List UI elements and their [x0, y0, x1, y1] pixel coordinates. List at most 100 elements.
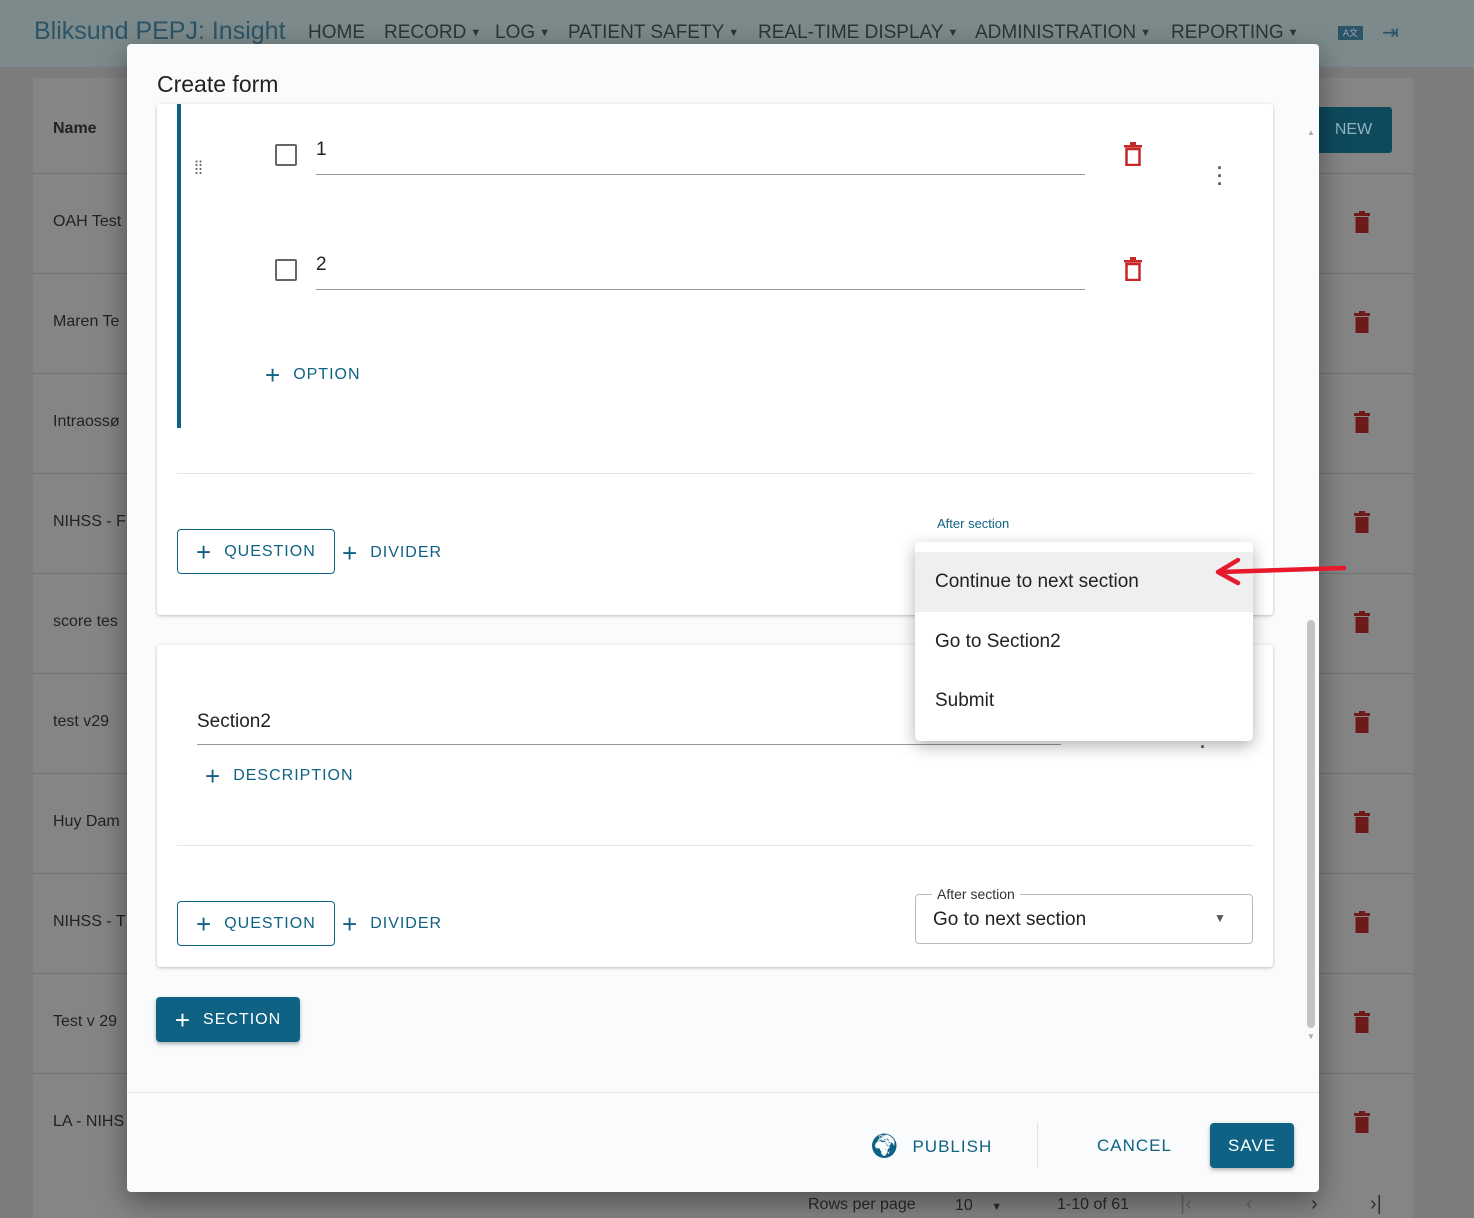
section-title-value: Section2	[197, 711, 271, 732]
row-name: test v29	[53, 713, 110, 730]
row-name: OAH Test	[53, 213, 122, 230]
button-label: DIVIDER	[370, 544, 443, 561]
option-value: 1	[316, 139, 327, 160]
row-name: score tes	[53, 613, 118, 630]
nav-label: REPORTING	[1171, 22, 1284, 43]
after-section-value: Go to next section	[933, 909, 1087, 930]
section-card-1: ⁞⁞ 1 · · · 2 + OPTION + QUESTION + DIVIDER Af…	[157, 104, 1273, 615]
divider	[177, 845, 1253, 846]
caret-down-icon: ▼	[470, 27, 482, 39]
cancel-button[interactable]: CANCEL	[1097, 1136, 1172, 1156]
delete-row-icon[interactable]	[1354, 611, 1370, 633]
next-page-icon[interactable]: ›	[1311, 1193, 1318, 1216]
delete-row-icon[interactable]	[1354, 811, 1370, 833]
row-name: Huy Dam	[53, 813, 120, 830]
last-page-icon[interactable]: ›|	[1370, 1193, 1382, 1216]
nav-label: REAL-TIME DISPLAY	[758, 22, 944, 43]
caret-down-icon: ▼	[991, 1201, 1003, 1213]
nav-home[interactable]: HOME	[308, 22, 365, 44]
caret-down-icon: ▼	[539, 27, 551, 39]
logout-icon[interactable]: ⇥	[1382, 20, 1399, 45]
add-description-button[interactable]: + DESCRIPTION	[205, 763, 354, 789]
nav-patient-safety[interactable]: PATIENT SAFETY ▼	[568, 22, 739, 44]
button-label: PUBLISH	[912, 1136, 993, 1156]
brand[interactable]: Bliksund PEPJ: Insight	[34, 17, 286, 46]
delete-row-icon[interactable]	[1354, 311, 1370, 333]
add-question-button[interactable]: + QUESTION	[177, 529, 335, 574]
after-section-label: After section	[937, 516, 1010, 531]
plus-icon: +	[265, 360, 282, 390]
option-value: 2	[316, 254, 327, 275]
translate-icon[interactable]: A文	[1338, 26, 1363, 40]
nav-real-time-display[interactable]: REAL-TIME DISPLAY ▼	[758, 22, 958, 44]
menu-item-continue[interactable]: Continue to next section	[915, 552, 1253, 612]
prev-page-icon[interactable]: ‹	[1246, 1193, 1253, 1216]
button-label: QUESTION	[224, 914, 316, 932]
delete-row-icon[interactable]	[1354, 211, 1370, 233]
add-divider-button[interactable]: + DIVIDER	[342, 911, 442, 937]
add-section-button[interactable]: + SECTION	[156, 997, 300, 1042]
nav-label: HOME	[308, 22, 365, 43]
nav-label: RECORD	[384, 22, 467, 43]
delete-option-icon[interactable]	[1123, 257, 1143, 281]
row-name: NIHSS - T	[53, 913, 126, 930]
menu-item-submit[interactable]: Submit	[915, 671, 1253, 731]
footer-separator	[1037, 1122, 1038, 1168]
nav-label: LOG	[495, 22, 536, 43]
button-label: DIVIDER	[370, 915, 443, 932]
add-option-button[interactable]: + OPTION	[265, 362, 361, 388]
scroll-down-icon[interactable]: ▼	[1307, 1032, 1315, 1041]
nav-reporting[interactable]: REPORTING ▼	[1171, 22, 1299, 44]
button-label: QUESTION	[224, 542, 316, 560]
option-input[interactable]: 2	[316, 254, 1085, 290]
row-name: Test v 29	[53, 1013, 118, 1030]
menu-item-go-to-section2[interactable]: Go to Section2	[915, 612, 1253, 672]
annotation-arrow	[1215, 557, 1347, 586]
caret-down-icon: ▼	[728, 27, 740, 39]
publish-button[interactable]: 🌍︎ PUBLISH	[869, 1132, 992, 1161]
more-vert-icon[interactable]: · · ·	[1217, 159, 1223, 193]
dialog-title: Create form	[157, 71, 279, 97]
scroll-up-icon[interactable]: ▲	[1307, 128, 1315, 137]
save-button[interactable]: SAVE	[1210, 1123, 1294, 1168]
add-question-button[interactable]: + QUESTION	[177, 901, 335, 946]
delete-option-icon[interactable]	[1123, 142, 1143, 166]
delete-row-icon[interactable]	[1354, 1111, 1370, 1133]
rows-per-page-value: 10	[955, 1197, 973, 1214]
plus-icon: +	[196, 908, 213, 939]
delete-row-icon[interactable]	[1354, 1011, 1370, 1033]
nav-log[interactable]: LOG ▼	[495, 22, 550, 44]
row-name: Maren Te	[53, 313, 120, 330]
scrollbar-thumb[interactable]	[1307, 620, 1315, 1028]
delete-row-icon[interactable]	[1354, 411, 1370, 433]
rows-per-page-label: Rows per page	[808, 1196, 916, 1213]
nav-label: ADMINISTRATION	[975, 22, 1137, 43]
first-page-icon[interactable]: |‹	[1180, 1193, 1192, 1216]
drag-handle-icon[interactable]: ⁞⁞	[194, 159, 203, 177]
column-header-name[interactable]: Name	[53, 120, 97, 138]
plus-icon: +	[205, 761, 222, 791]
plus-icon: +	[342, 909, 359, 939]
nav-record[interactable]: RECORD ▼	[384, 22, 481, 44]
caret-down-icon: ▼	[947, 27, 959, 39]
active-question-indicator	[177, 104, 181, 428]
button-label: DESCRIPTION	[233, 767, 354, 784]
option-checkbox[interactable]	[275, 144, 297, 166]
caret-down-icon: ▼	[1140, 27, 1152, 39]
plus-icon: +	[342, 538, 359, 568]
nav-administration[interactable]: ADMINISTRATION ▼	[975, 22, 1151, 44]
option-input[interactable]: 1	[316, 139, 1085, 175]
new-button[interactable]: NEW	[1315, 107, 1392, 153]
rows-per-page-select[interactable]: 10 ▼	[955, 1197, 1002, 1215]
button-label: SECTION	[203, 1010, 282, 1028]
after-section-select[interactable]: After section Go to next section ▼	[915, 886, 1253, 944]
delete-row-icon[interactable]	[1354, 511, 1370, 533]
plus-icon: +	[174, 1004, 192, 1035]
option-checkbox[interactable]	[275, 259, 297, 281]
pagination-range: 1-10 of 61	[1057, 1196, 1130, 1213]
delete-row-icon[interactable]	[1354, 911, 1370, 933]
add-divider-button[interactable]: + DIVIDER	[342, 540, 442, 566]
divider	[177, 473, 1253, 474]
row-name: LA - NIHS	[53, 1113, 125, 1130]
delete-row-icon[interactable]	[1354, 711, 1370, 733]
